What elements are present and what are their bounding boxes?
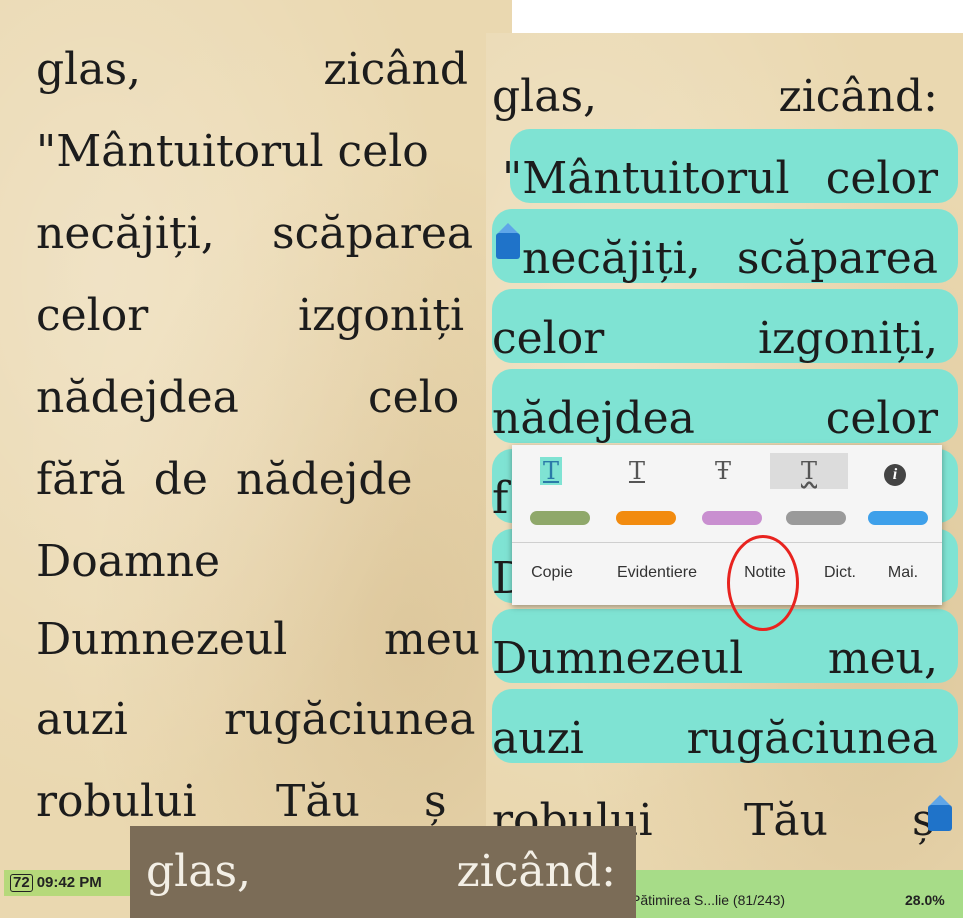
text-line: glas, zicând [36,42,468,98]
word: izgoniți [298,290,465,341]
text-line: Dumnezeul meu, [492,631,938,687]
highlight-format-icon: T [539,457,562,485]
word: Doamne [36,536,221,587]
text-line: glas, zicând: [492,69,938,125]
word: meu, [827,633,938,684]
left-page: glas, zicând "Mântuitorul celo necăjiți,… [0,0,512,918]
bottom-overlay: glas, zicând: [130,826,636,918]
text-line: robului Tău ș [36,774,512,830]
word: izgoniți, [757,313,938,364]
text-line: Doamne [36,534,220,590]
word: celor [492,313,605,364]
battery-indicator: 72 [10,874,33,892]
text-line: nădejdea celo [36,370,512,426]
highlight-button[interactable]: Evidentiere [598,553,716,593]
highlight-format-button[interactable]: T [512,453,590,489]
text-line: auzi rugăciunea [36,692,512,748]
word: rugăciunea [686,713,938,764]
color-swatch-pink[interactable] [702,511,762,525]
word: "Mântuitorul [502,153,790,204]
word: celor [36,290,149,341]
progress-percent: 28.0% [905,892,945,908]
more-button[interactable]: Mai. [878,553,928,593]
underline-format-button[interactable]: T [598,453,676,489]
color-swatch-orange[interactable] [616,511,676,525]
text-line: Dumnezeul meu [36,612,480,668]
squiggle-format-icon: T [800,457,817,485]
word: "Mântuitorul celo [36,126,429,177]
text-line: "Mântuitorul celo [36,124,429,180]
word: Dumnezeul [36,614,288,665]
text-line: "Mântuitorul celor [502,151,938,207]
word: auzi [492,713,584,764]
word: Tău [744,795,828,846]
text-line: auzi rugăciunea [492,711,938,767]
word: nădejdea [36,372,239,423]
clock: 09:42 PM [36,874,102,891]
divider [512,542,942,543]
word: nădejdea [492,393,695,444]
selection-end-handle[interactable] [926,793,954,833]
copy-button[interactable]: Copie [522,553,582,593]
text-line: nădejdea celor [492,391,938,447]
info-button[interactable]: i [856,453,934,489]
word: zicând: [778,71,938,122]
text-line: necăjiți, scăparea [522,231,938,287]
annotation-circle [727,535,799,631]
word: auzi [36,694,128,745]
text-line: glas, zicând: [146,844,616,900]
word: zicând [323,44,468,95]
word: celor [825,153,938,204]
status-bar-right: Pătimirea S...lie (81/243) 28.0% [625,870,963,918]
word: celor [825,393,938,444]
word: scăparea [736,233,938,284]
word: ș [424,776,447,827]
selection-start-handle[interactable] [494,221,522,261]
word: f [492,473,509,524]
color-swatch-green[interactable] [530,511,590,525]
book-title: Pătimirea S...lie (81/243) [631,892,786,908]
text-line: fără de nădejde [36,452,413,508]
text-line: celor izgoniți, [492,311,938,367]
word: celo [368,372,460,423]
info-icon: i [884,464,906,486]
word: fără de nădejde [36,454,413,505]
color-swatch-blue[interactable] [868,511,928,525]
word: necăjiți, [522,233,701,284]
word: scăparea [272,208,474,259]
dictionary-button[interactable]: Dict. [812,553,868,593]
word: zicând: [456,846,616,897]
word: glas, [36,44,142,95]
word: necăjiți, [36,208,215,259]
word: robului [36,776,197,827]
word: Tău [276,776,360,827]
strikethrough-format-button[interactable]: Ŧ [684,453,762,489]
text-line: celor izgoniți [36,288,468,344]
strikethrough-format-icon: Ŧ [714,457,731,485]
word: meu [384,614,481,665]
text-line: necăjiți, scăparea [36,206,512,262]
word: Dumnezeul [492,633,744,684]
word: rugăciunea [224,694,476,745]
word: glas, [146,846,252,897]
squiggle-format-button[interactable]: T [770,453,848,489]
text-line: f [492,471,508,527]
color-swatch-gray[interactable] [786,511,846,525]
underline-format-icon: T [628,457,645,485]
word: glas, [492,71,598,122]
